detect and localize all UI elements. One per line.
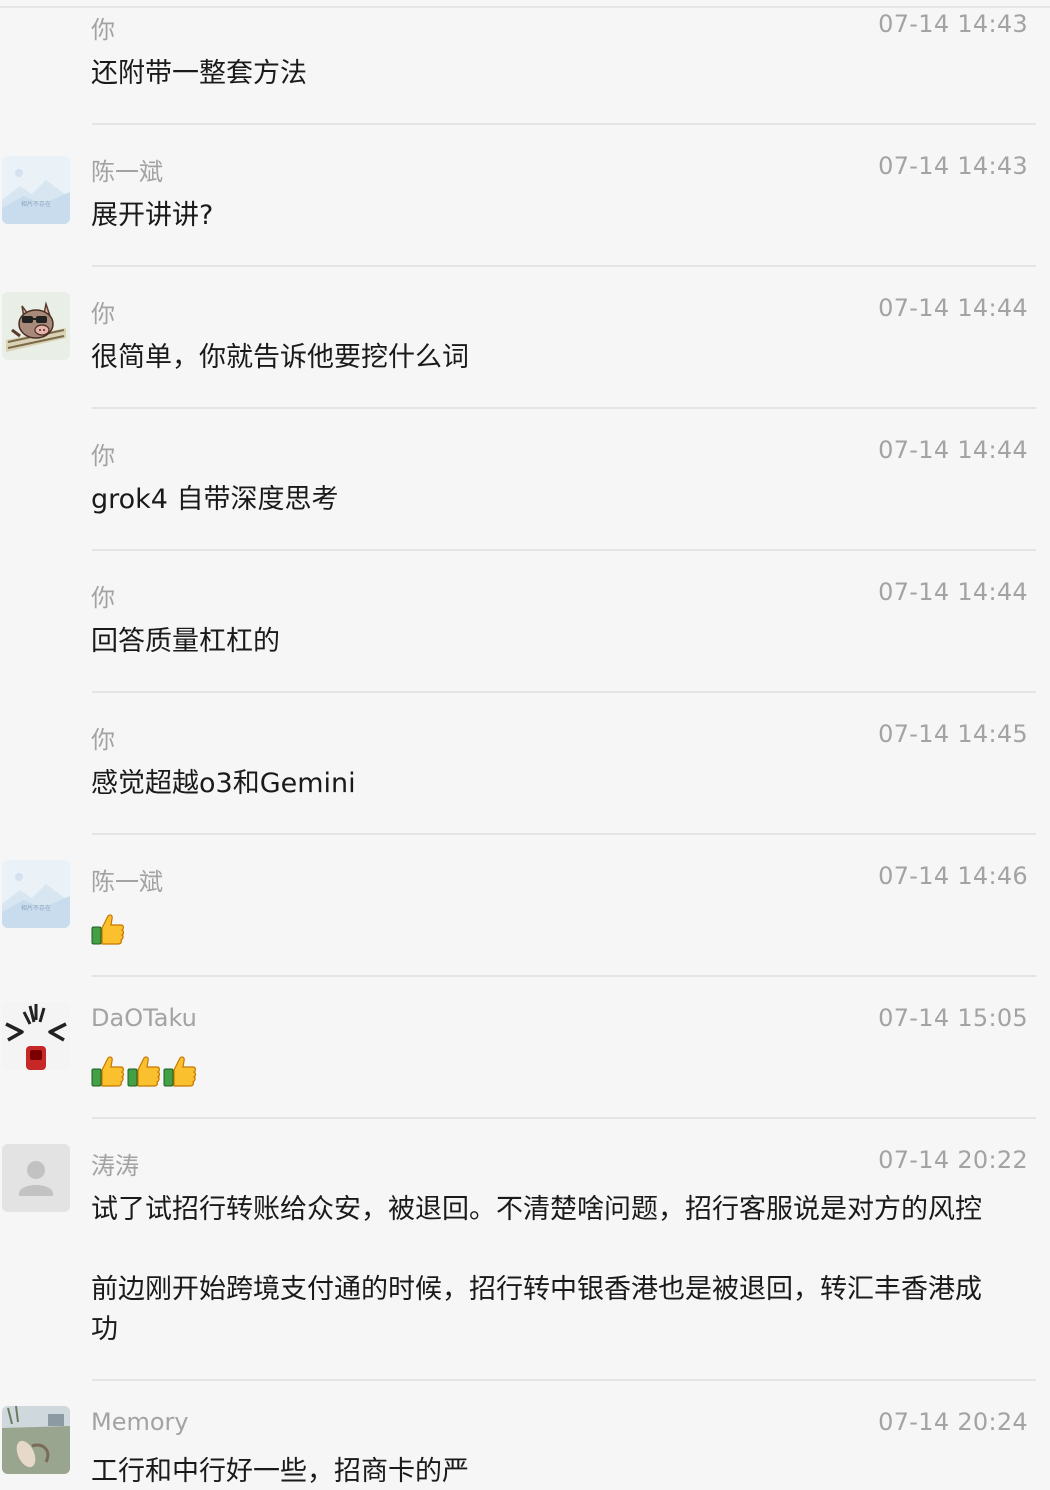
message-item[interactable]: 你 07-14 14:44 grok4 自带深度思考 bbox=[0, 436, 1050, 550]
text-line: 功 bbox=[91, 1314, 118, 1345]
thumbs-up-icon bbox=[91, 1056, 125, 1087]
text-line: 试了试招行转账给众安，被退回。不清楚啥问题，招行客服说是对方的风控 bbox=[91, 1194, 982, 1225]
message-text: 回答质量杠杠的 bbox=[91, 626, 280, 657]
message-time: 07-14 14:45 bbox=[878, 720, 1028, 748]
message-item[interactable]: 你 07-14 14:45 感觉超越o3和Gemini bbox=[0, 720, 1050, 834]
message-time: 07-14 14:43 bbox=[878, 152, 1028, 180]
thumbs-up-icon bbox=[91, 914, 125, 945]
emoji-row bbox=[91, 1054, 199, 1088]
chat-message-list[interactable]: 你 07-14 14:43 还附带一整套方法 相片不存在 陈一斌 07-14 1… bbox=[0, 0, 1050, 1490]
message-item[interactable]: 你 07-14 14:44 很简单，你就告诉他要挖什么词 bbox=[0, 292, 1050, 408]
avatar[interactable] bbox=[2, 292, 70, 360]
message-item[interactable]: 涛涛 07-14 20:22 试了试招行转账给众安，被退回。不清楚啥问题，招行客… bbox=[0, 1144, 1050, 1380]
message-time: 07-14 14:44 bbox=[878, 578, 1028, 606]
pig-sunglasses-avatar bbox=[2, 292, 70, 360]
emoji-row bbox=[91, 912, 127, 946]
person-silhouette-icon bbox=[2, 1144, 70, 1212]
sender-name: 你 bbox=[91, 584, 115, 612]
message-divider bbox=[92, 123, 1036, 125]
sender-name: 你 bbox=[91, 300, 115, 328]
message-divider bbox=[92, 691, 1036, 693]
sender-name: 你 bbox=[91, 442, 115, 470]
message-time: 07-14 14:44 bbox=[878, 294, 1028, 322]
message-item[interactable]: 相片不存在 陈一斌 07-14 14:46 bbox=[0, 860, 1050, 976]
message-divider bbox=[92, 265, 1036, 267]
landscape-placeholder-icon: 相片不存在 bbox=[2, 860, 70, 928]
message-divider bbox=[92, 975, 1036, 977]
text-line: 前边刚开始跨境支付通的时候，招行转中银香港也是被退回，转汇丰香港成 bbox=[91, 1274, 982, 1305]
message-text: 试了试招行转账给众安，被退回。不清楚啥问题，招行客服说是对方的风控 前边刚开始跨… bbox=[91, 1190, 1026, 1350]
thumbs-up-icon bbox=[127, 1056, 161, 1087]
sender-name: 你 bbox=[91, 726, 115, 754]
sender-name: 涛涛 bbox=[91, 1152, 139, 1180]
landscape-placeholder-icon: 相片不存在 bbox=[2, 156, 70, 224]
message-time: 07-14 20:22 bbox=[878, 1146, 1028, 1174]
message-divider bbox=[92, 1117, 1036, 1119]
top-divider bbox=[0, 6, 1050, 8]
photo-avatar bbox=[2, 1406, 70, 1474]
message-text: grok4 自带深度思考 bbox=[91, 484, 339, 515]
sender-name: DaOTaku bbox=[91, 1004, 197, 1032]
thumbs-up-icon bbox=[163, 1056, 197, 1087]
message-item[interactable]: Memory 07-14 20:24 工行和中行好一些，招商卡的严 bbox=[0, 1406, 1050, 1490]
message-divider bbox=[92, 549, 1036, 551]
avatar[interactable]: 相片不存在 bbox=[2, 156, 70, 224]
message-divider bbox=[92, 407, 1036, 409]
sender-name: Memory bbox=[91, 1408, 189, 1436]
avatar[interactable] bbox=[2, 1406, 70, 1474]
avatar-caption: 相片不存在 bbox=[21, 200, 51, 208]
message-item[interactable]: DaOTaku 07-14 15:05 bbox=[0, 1002, 1050, 1118]
message-time: 07-14 15:05 bbox=[878, 1004, 1028, 1032]
avatar[interactable] bbox=[2, 1002, 70, 1070]
sender-name: 陈一斌 bbox=[91, 158, 163, 186]
avatar[interactable]: 相片不存在 bbox=[2, 860, 70, 928]
message-time: 07-14 20:24 bbox=[878, 1408, 1028, 1436]
message-item[interactable]: 你 07-14 14:44 回答质量杠杠的 bbox=[0, 578, 1050, 692]
message-text: 展开讲讲? bbox=[91, 200, 214, 231]
message-item[interactable]: 你 07-14 14:43 还附带一整套方法 bbox=[0, 10, 1050, 124]
message-time: 07-14 14:46 bbox=[878, 862, 1028, 890]
sender-name: 你 bbox=[91, 16, 115, 44]
shocked-face-avatar bbox=[2, 1002, 70, 1070]
sender-name: 陈一斌 bbox=[91, 868, 163, 896]
message-text: 工行和中行好一些，招商卡的严 bbox=[91, 1456, 469, 1487]
message-divider bbox=[92, 833, 1036, 835]
avatar[interactable] bbox=[2, 1144, 70, 1212]
message-time: 07-14 14:44 bbox=[878, 436, 1028, 464]
avatar-caption: 相片不存在 bbox=[21, 904, 51, 912]
message-text: 还附带一整套方法 bbox=[91, 58, 307, 89]
message-time: 07-14 14:43 bbox=[878, 10, 1028, 38]
message-text: 很简单，你就告诉他要挖什么词 bbox=[91, 342, 469, 373]
message-divider bbox=[92, 1379, 1036, 1381]
message-text: 感觉超越o3和Gemini bbox=[91, 768, 356, 799]
message-item[interactable]: 相片不存在 陈一斌 07-14 14:43 展开讲讲? bbox=[0, 152, 1050, 266]
